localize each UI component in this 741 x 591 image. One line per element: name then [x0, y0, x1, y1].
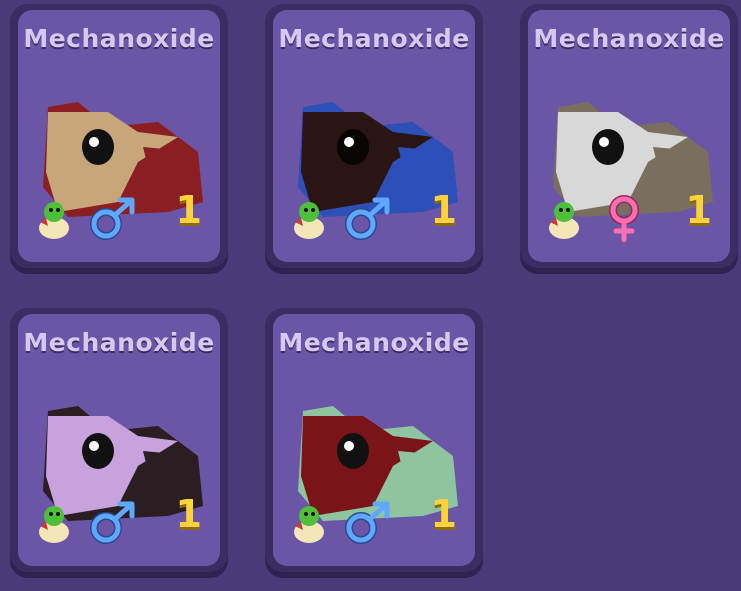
pet-card[interactable]: Mechanoxide 1 [265, 4, 483, 274]
male-symbol-icon [345, 197, 390, 240]
male-symbol-icon [90, 501, 135, 544]
pet-card[interactable]: Mechanoxide 1 [10, 308, 228, 578]
male-symbol-icon [345, 501, 390, 544]
pet-level: 1 [430, 492, 457, 536]
pet-name: Mechanoxide [278, 328, 470, 357]
baby-dragon-egg-icon [294, 202, 324, 239]
pet-level: 1 [175, 492, 202, 536]
baby-dragon-egg-icon [294, 506, 324, 543]
pet-name: Mechanoxide [23, 328, 215, 357]
pet-name: Mechanoxide [533, 24, 725, 53]
baby-dragon-egg-icon [549, 202, 579, 239]
pet-level: 1 [175, 188, 202, 232]
baby-dragon-egg-icon [39, 506, 69, 543]
pet-card-body: Mechanoxide 1 [528, 10, 730, 262]
pet-card-body: Mechanoxide 1 [273, 314, 475, 566]
pet-card-body: Mechanoxide 1 [273, 10, 475, 262]
pet-level: 1 [685, 188, 712, 232]
pet-name: Mechanoxide [23, 24, 215, 53]
female-symbol-icon [609, 195, 639, 242]
pet-card[interactable]: Mechanoxide 1 [10, 4, 228, 274]
pet-name: Mechanoxide [278, 24, 470, 53]
pet-inventory-grid: Mechanoxide 1 Mechanoxide 1 Mechanoxide … [0, 0, 741, 591]
pet-card[interactable]: Mechanoxide 1 [520, 4, 738, 274]
pet-card[interactable]: Mechanoxide 1 [265, 308, 483, 578]
pet-level: 1 [430, 188, 457, 232]
pet-card-body: Mechanoxide 1 [18, 314, 220, 566]
pet-card-body: Mechanoxide 1 [18, 10, 220, 262]
male-symbol-icon [90, 197, 135, 240]
baby-dragon-egg-icon [39, 202, 69, 239]
